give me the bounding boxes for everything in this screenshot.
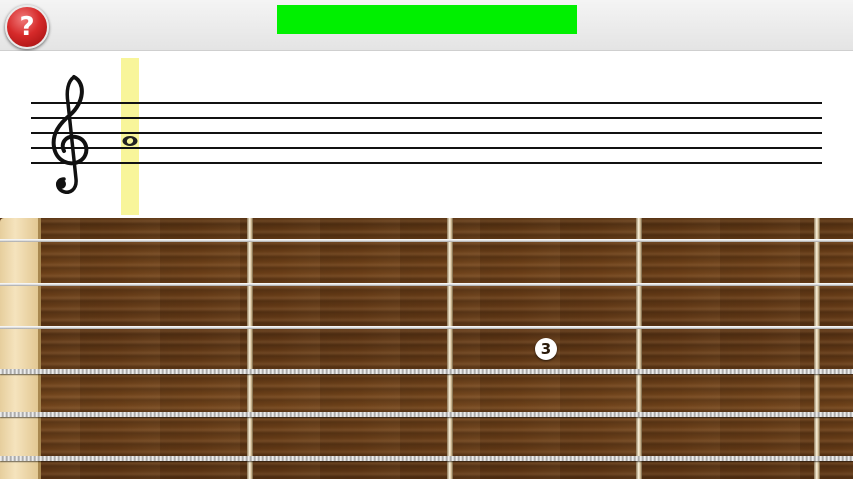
help-button[interactable]: ? — [5, 5, 49, 49]
guitar-nut — [0, 218, 41, 479]
staff-line — [31, 132, 822, 134]
fret-wire — [247, 218, 253, 479]
top-bar: ? — [0, 0, 853, 51]
staff-line — [31, 162, 822, 164]
staff-line — [31, 147, 822, 149]
music-staff — [0, 51, 853, 218]
staff-line — [31, 117, 822, 119]
fret-wire — [447, 218, 453, 479]
fret-wire — [636, 218, 642, 479]
treble-clef-icon — [51, 75, 89, 194]
whole-note-icon — [122, 136, 138, 146]
staff-line — [31, 102, 822, 104]
guitar-string[interactable] — [0, 239, 853, 242]
progress-fill — [277, 5, 577, 34]
guitar-fretboard[interactable] — [0, 218, 853, 479]
guitar-string[interactable] — [0, 412, 853, 417]
guitar-string[interactable] — [0, 369, 853, 374]
guitar-string[interactable] — [0, 283, 853, 286]
guitar-string[interactable] — [0, 326, 853, 329]
progress-bar — [277, 5, 577, 34]
guitar-string[interactable] — [0, 456, 853, 461]
fret-wire — [814, 218, 820, 479]
finger-position-marker[interactable]: 3 — [535, 338, 557, 360]
